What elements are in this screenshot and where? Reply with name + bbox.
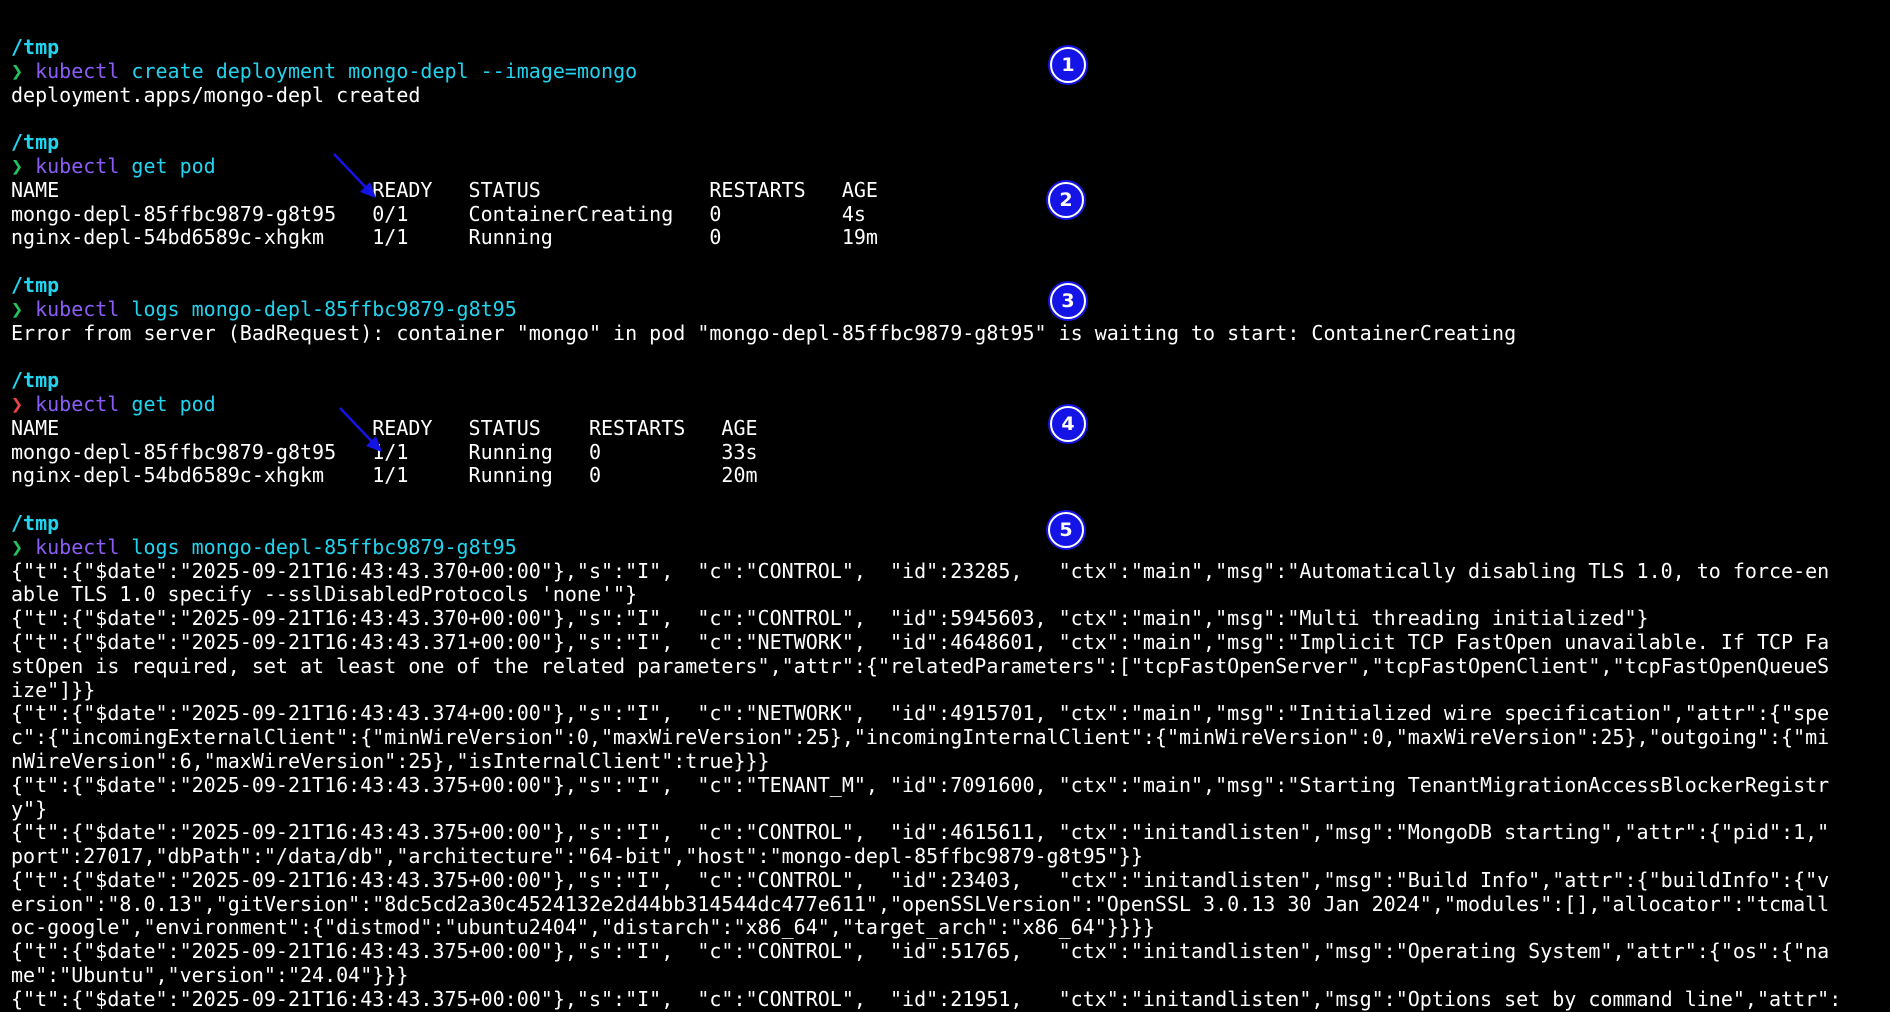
- arrow-icon: [333, 153, 376, 198]
- cwd-line: /tmp: [11, 131, 60, 155]
- log-line: y"}: [11, 797, 48, 821]
- cwd-line: /tmp: [11, 36, 60, 59]
- command-line[interactable]: ❯ kubectl get pod: [11, 155, 1890, 179]
- command-args: logs mongo-depl-85ffbc9879-g8t95: [119, 535, 517, 559]
- step-badge-1: 1: [1050, 47, 1086, 83]
- command-args: get pod: [119, 154, 216, 178]
- command-name: kubectl: [35, 59, 120, 83]
- log-line: ize"]}}: [11, 678, 96, 702]
- cwd-line: /tmp: [11, 369, 60, 393]
- step-badge-4: 4: [1050, 406, 1086, 442]
- log-line: port":27017,"dbPath":"/data/db","archite…: [11, 845, 1143, 869]
- log-line: me":"Ubuntu","version":"24.04"}}}: [11, 964, 409, 988]
- command-name: kubectl: [35, 535, 120, 559]
- output-line: deployment.apps/mongo-depl created: [11, 83, 421, 107]
- log-line: {"t":{"$date":"2025-09-21T16:43:43.375+0…: [11, 821, 1830, 845]
- prompt-symbol: ❯: [11, 535, 24, 559]
- command-line[interactable]: ❯ kubectl create deployment mongo-depl -…: [11, 60, 1890, 84]
- cwd-line: /tmp: [11, 273, 60, 297]
- table-header: NAME READY STATUS RESTARTS AGE: [11, 178, 878, 202]
- table-row: mongo-depl-85ffbc9879-g8t95 0/1 Containe…: [11, 202, 866, 226]
- log-line: {"t":{"$date":"2025-09-21T16:43:43.375+0…: [11, 940, 1830, 964]
- log-line: {"t":{"$date":"2025-09-21T16:43:43.370+0…: [11, 559, 1830, 583]
- table-header: NAME READY STATUS RESTARTS AGE: [11, 416, 758, 440]
- log-line: {"t":{"$date":"2025-09-21T16:43:43.375+0…: [11, 868, 1830, 892]
- log-line: ersion":"8.0.13","gitVersion":"8dc5cd2a3…: [11, 892, 1830, 916]
- step-badge-5: 5: [1048, 512, 1084, 548]
- log-line: {"t":{"$date":"2025-09-21T16:43:43.370+0…: [11, 607, 1649, 631]
- table-row: mongo-depl-85ffbc9879-g8t95 1/1 Running …: [11, 440, 758, 464]
- log-line: {"t":{"$date":"2025-09-21T16:43:43.371+0…: [11, 630, 1830, 654]
- cwd-line: /tmp: [11, 511, 60, 535]
- step-badge-2: 2: [1048, 182, 1084, 218]
- log-line: {"t":{"$date":"2025-09-21T16:43:43.375+0…: [11, 773, 1830, 797]
- command-args: get pod: [119, 392, 216, 416]
- command-name: kubectl: [35, 297, 120, 321]
- log-line: {"t":{"$date":"2025-09-21T16:43:43.374+0…: [11, 702, 1830, 726]
- arrow-icon: [339, 407, 382, 452]
- step-badge-3: 3: [1050, 283, 1086, 319]
- prompt-symbol: ❯: [11, 154, 24, 178]
- prompt-symbol: ❯: [11, 297, 24, 321]
- command-name: kubectl: [35, 154, 120, 178]
- terminal-output: /tmp ❯ kubectl create deployment mongo-d…: [11, 36, 1890, 1012]
- command-line[interactable]: ❯ kubectl get pod: [11, 393, 1890, 417]
- command-line[interactable]: ❯ kubectl logs mongo-depl-85ffbc9879-g8t…: [11, 298, 1890, 322]
- log-line: nWireVersion":6,"maxWireVersion":25},"is…: [11, 749, 770, 773]
- error-line: Error from server (BadRequest): containe…: [11, 321, 1517, 345]
- prompt-symbol: ❯: [11, 392, 24, 416]
- log-line: stOpen is required, set at least one of …: [11, 654, 1830, 678]
- log-line: able TLS 1.0 specify --sslDisabledProtoc…: [11, 583, 638, 607]
- command-line[interactable]: ❯ kubectl logs mongo-depl-85ffbc9879-g8t…: [11, 536, 1890, 560]
- log-line: c":{"incomingExternalClient":{"minWireVe…: [11, 726, 1830, 750]
- command-args: create deployment mongo-depl --image=mon…: [119, 59, 638, 83]
- log-line: oc-google","environment":{"distmod":"ubu…: [11, 916, 1155, 940]
- command-args: logs mongo-depl-85ffbc9879-g8t95: [119, 297, 517, 321]
- table-row: nginx-depl-54bd6589c-xhgkm 1/1 Running 0…: [11, 226, 878, 250]
- command-name: kubectl: [35, 392, 120, 416]
- table-row: nginx-depl-54bd6589c-xhgkm 1/1 Running 0…: [11, 464, 758, 488]
- log-line: {"t":{"$date":"2025-09-21T16:43:43.375+0…: [11, 987, 1842, 1011]
- prompt-symbol: ❯: [11, 59, 24, 83]
